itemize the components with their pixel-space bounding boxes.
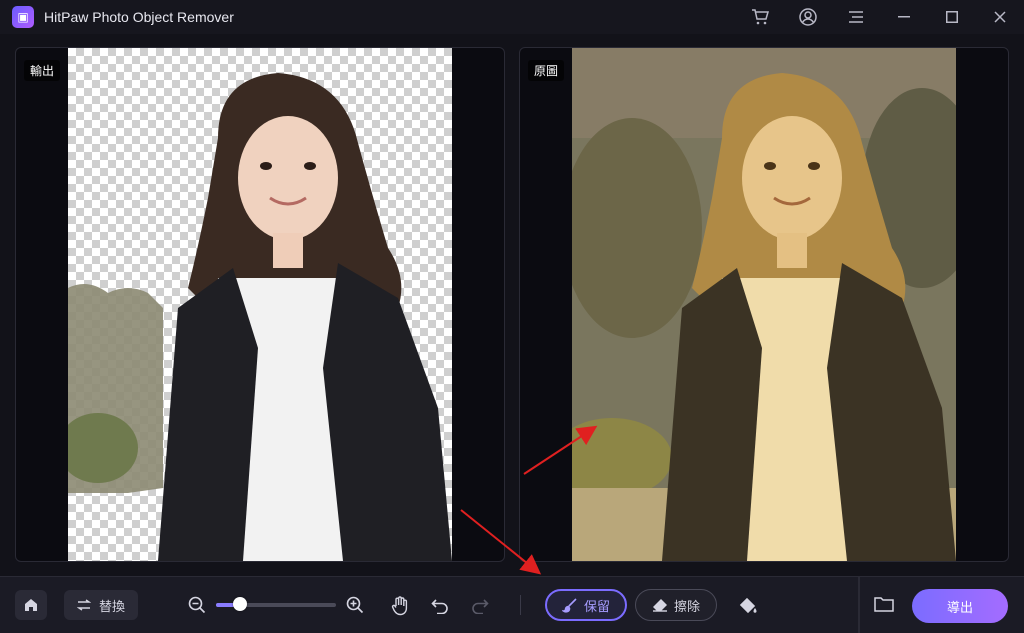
annotation-arrows — [460, 425, 598, 575]
